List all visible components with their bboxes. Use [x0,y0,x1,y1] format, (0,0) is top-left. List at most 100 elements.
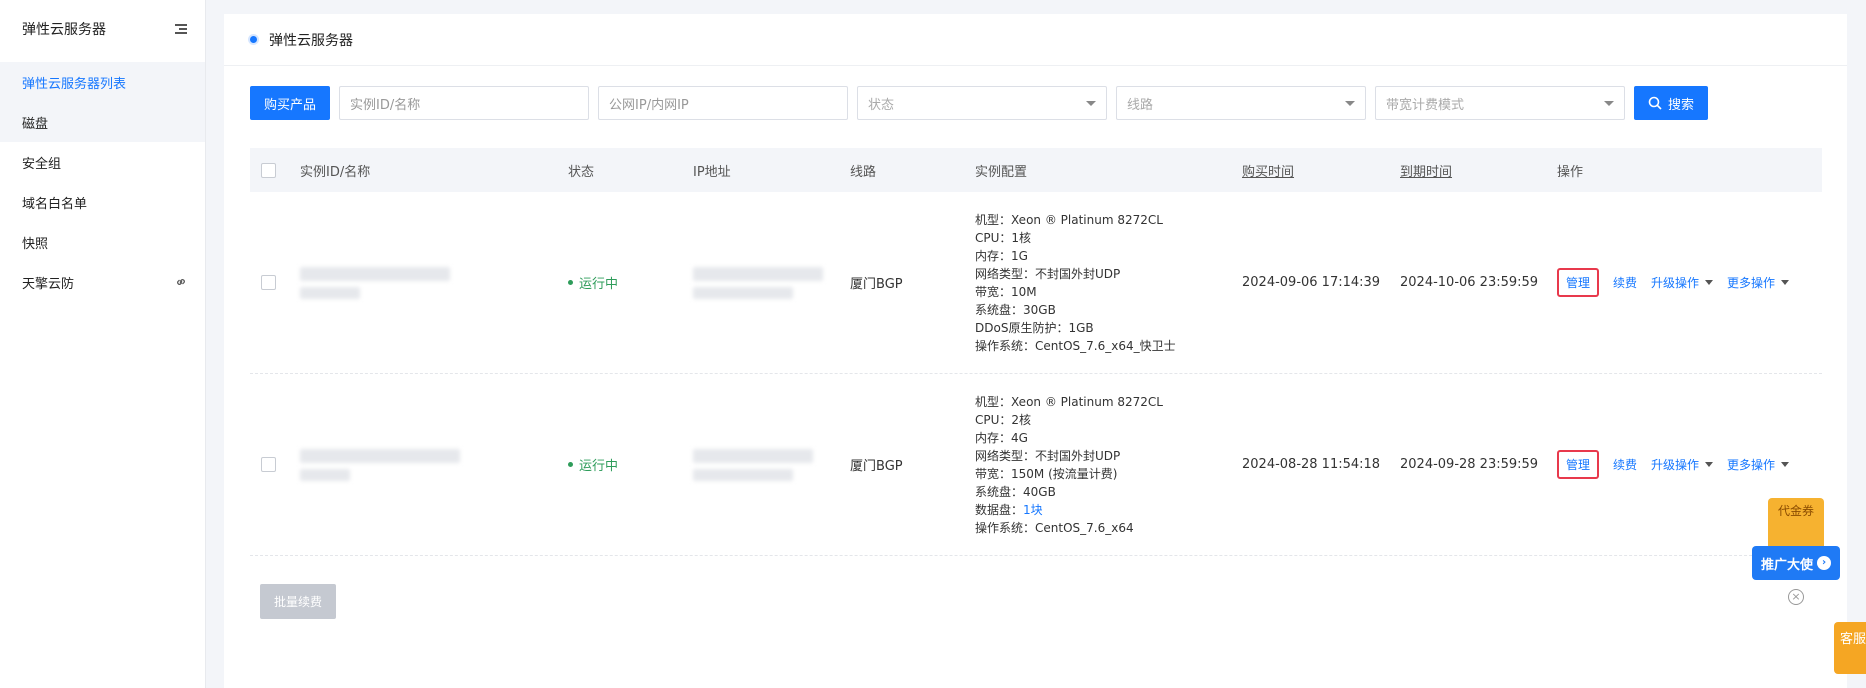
ip-address-placeholder: 公网IP/内网IP [609,97,689,113]
ip-address-input[interactable]: 公网IP/内网IP [598,86,849,120]
header-buy-time[interactable]: 购买时间 [1242,161,1400,180]
instance-id-input[interactable]: 实例ID/名称 [339,86,590,120]
buy-product-button[interactable]: 购买产品 [250,86,331,120]
data-disk-link[interactable]: 1块 [1023,503,1043,517]
promo-widget[interactable]: 代金券 推广大使 › [1748,474,1848,582]
row-checkbox[interactable] [261,457,276,472]
expire-time-cell: 2024-10-06 23:59:59 [1400,275,1539,290]
header-line: 线路 [850,164,877,180]
more-actions-dropdown[interactable]: 更多操作 [1727,456,1790,473]
page-title: 弹性云服务器 [269,32,353,49]
sidebar-item-label: 快照 [22,236,49,252]
more-actions-dropdown[interactable]: 更多操作 [1727,274,1790,291]
config-os: 操作系统：CentOS_7.6_x64 [975,520,1134,535]
customer-service-button[interactable]: 客服 [1834,622,1866,674]
header-status: 状态 [568,164,595,180]
status-badge: 运行中 [568,455,693,474]
renew-link[interactable]: 续费 [1613,274,1637,291]
batch-renew-button[interactable]: 批量续费 [260,584,337,619]
config-model: 机型：Xeon ® Platinum 8272CL [975,394,1163,409]
config-cell: 机型：Xeon ® Platinum 8272CL CPU：1核 内存：1G 网… [975,211,1242,355]
header-ip: IP地址 [693,164,731,180]
sidebar-item-label: 域名白名单 [22,196,88,212]
sidebar-header: 弹性云服务器 [0,0,205,58]
config-os: 操作系统：CentOS_7.6_x64_快卫士 [975,338,1176,353]
sidebar-item-cloud-defense[interactable]: 天擎云防 [0,262,205,302]
close-icon[interactable]: × [1788,589,1804,605]
upgrade-label: 升级操作 [1651,458,1700,472]
sidebar-title: 弹性云服务器 [22,22,106,38]
renew-link[interactable]: 续费 [1613,456,1637,473]
expire-time-cell: 2024-09-28 23:59:59 [1400,457,1539,472]
ip-address-redacted [693,448,850,481]
sidebar-item-snapshot[interactable]: 快照 [0,222,205,262]
config-bandwidth: 带宽：150M (按流量计费) [975,466,1118,481]
header-instance-id: 实例ID/名称 [300,164,371,180]
status-select[interactable]: 状态 [857,86,1108,120]
status-select-placeholder: 状态 [868,97,895,113]
line-cell: 厦门BGP [850,277,903,292]
chevron-down-icon [1781,280,1790,285]
billing-mode-select[interactable]: 带宽计费模式 [1375,86,1626,120]
sidebar-item-domain-whitelist[interactable]: 域名白名单 [0,182,205,222]
header-expire-time[interactable]: 到期时间 [1400,161,1557,180]
config-memory: 内存：1G [975,248,1028,263]
config-network: 网络类型：不封国外封UDP [975,448,1121,463]
promo-label: 推广大使 [1760,557,1813,573]
sidebar-item-label: 磁盘 [22,116,49,132]
status-badge: 运行中 [568,273,693,292]
ip-address-redacted [693,266,850,299]
config-cpu: CPU：1核 [975,230,1032,245]
instance-id-redacted[interactable] [300,448,568,481]
sidebar-item-instance-list[interactable]: 弹性云服务器列表 [0,62,205,102]
promo-ambassador-button[interactable]: 推广大使 › [1752,546,1840,580]
sidebar-item-security-group[interactable]: 安全组 [0,142,205,182]
sidebar-item-label: 弹性云服务器列表 [22,76,127,92]
chevron-down-icon [1604,100,1615,106]
select-all-checkbox[interactable] [261,162,276,178]
config-memory: 内存：4G [975,430,1028,445]
more-actions-label: 更多操作 [1727,276,1776,290]
manage-button[interactable]: 管理 [1557,268,1600,297]
config-ddos: DDoS原生防护：1GB [975,320,1094,335]
data-disk-label: 数据盘： [975,502,1024,517]
manage-button[interactable]: 管理 [1557,450,1600,479]
instance-id-redacted[interactable] [300,266,568,299]
instance-id-placeholder: 实例ID/名称 [350,97,421,113]
line-select-placeholder: 线路 [1127,97,1154,113]
instance-table: 实例ID/名称 状态 IP地址 线路 实例配置 购买时间 到期时间 操作 运行中… [250,148,1822,556]
collapse-menu-icon[interactable] [175,24,187,34]
chevron-down-icon [1086,100,1097,106]
row-checkbox[interactable] [261,275,276,290]
config-system-disk: 系统盘：40GB [975,484,1056,499]
search-button-label: 搜索 [1668,97,1695,113]
title-dot-icon [250,36,257,43]
buy-time-cell: 2024-09-06 17:14:39 [1242,275,1381,290]
sidebar: 弹性云服务器 弹性云服务器列表 磁盘 安全组 域名白名单 快照 天擎云防 [0,0,206,688]
row-actions: 管理 续费 升级操作 更多操作 [1557,268,1822,297]
config-bandwidth: 带宽：10M [975,284,1037,299]
panel-header: 弹性云服务器 [224,14,1847,66]
header-config: 实例配置 [975,164,1028,180]
status-text: 运行中 [579,459,619,474]
line-cell: 厦门BGP [850,459,903,474]
main-panel: 弹性云服务器 购买产品 实例ID/名称 公网IP/内网IP 状态 线路 带宽计费… [224,14,1847,688]
config-system-disk: 系统盘：30GB [975,302,1056,317]
table-row: 运行中 厦门BGP 机型：Xeon ® Platinum 8272CL CPU：… [250,192,1822,374]
status-text: 运行中 [579,277,619,292]
chevron-down-icon [1705,280,1714,285]
sidebar-item-disk[interactable]: 磁盘 [0,102,205,142]
chevron-down-icon [1345,100,1356,106]
chevron-down-icon [1705,462,1714,467]
upgrade-dropdown[interactable]: 升级操作 [1651,456,1714,473]
chevron-down-icon [1781,462,1790,467]
filter-toolbar: 购买产品 实例ID/名称 公网IP/内网IP 状态 线路 带宽计费模式 搜索 [250,86,1709,120]
line-select[interactable]: 线路 [1116,86,1367,120]
more-actions-label: 更多操作 [1727,458,1776,472]
header-ops: 操作 [1557,164,1584,180]
external-link-icon [177,279,185,285]
upgrade-dropdown[interactable]: 升级操作 [1651,274,1714,291]
chevron-right-icon: › [1817,556,1831,570]
search-button[interactable]: 搜索 [1634,86,1709,120]
sidebar-item-label: 安全组 [22,156,62,172]
